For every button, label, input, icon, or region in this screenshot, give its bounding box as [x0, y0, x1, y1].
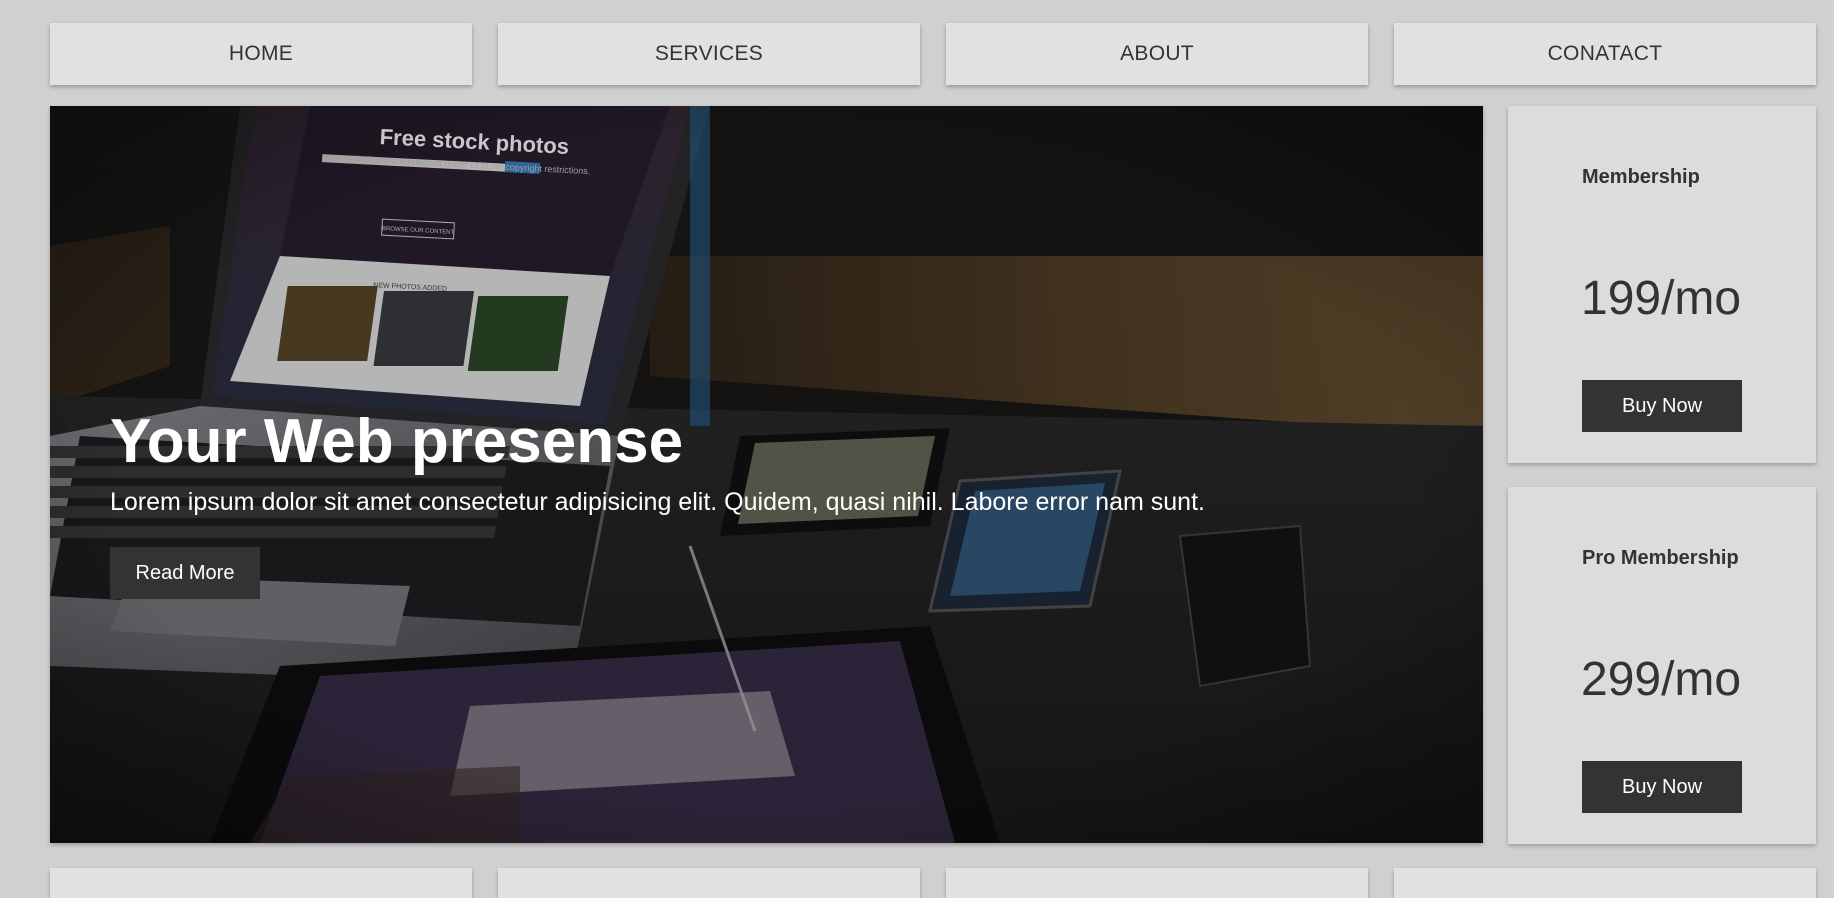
bottom-boxes-row	[50, 868, 1816, 898]
pricing-card-title: Pro Membership	[1582, 547, 1739, 569]
bottom-box	[1394, 868, 1816, 898]
bottom-box	[50, 868, 472, 898]
pricing-card-title: Membership	[1582, 166, 1700, 188]
pricing-card-price: 199/mo	[1581, 272, 1742, 325]
hero-title: Your Web presense	[110, 407, 684, 476]
pricing-card-pro-membership: Pro Membership 299/mo Buy Now	[1508, 487, 1816, 844]
bottom-box	[946, 868, 1368, 898]
buy-now-button[interactable]: Buy Now	[1582, 761, 1742, 813]
hero-banner: Free stock photos All photos are release…	[50, 106, 1483, 843]
hero-description: Lorem ipsum dolor sit amet consectetur a…	[110, 488, 1205, 516]
bottom-box	[498, 868, 920, 898]
pricing-card-membership: Membership 199/mo Buy Now	[1508, 106, 1816, 463]
read-more-button[interactable]: Read More	[110, 547, 260, 599]
nav-item-about[interactable]: ABOUT	[946, 23, 1368, 85]
nav-item-contact[interactable]: CONATACT	[1394, 23, 1816, 85]
main-nav: HOME SERVICES ABOUT CONATACT	[50, 23, 1816, 85]
buy-now-button[interactable]: Buy Now	[1582, 380, 1742, 432]
nav-item-home[interactable]: HOME	[50, 23, 472, 85]
nav-item-services[interactable]: SERVICES	[498, 23, 920, 85]
pricing-card-price: 299/mo	[1581, 653, 1742, 706]
